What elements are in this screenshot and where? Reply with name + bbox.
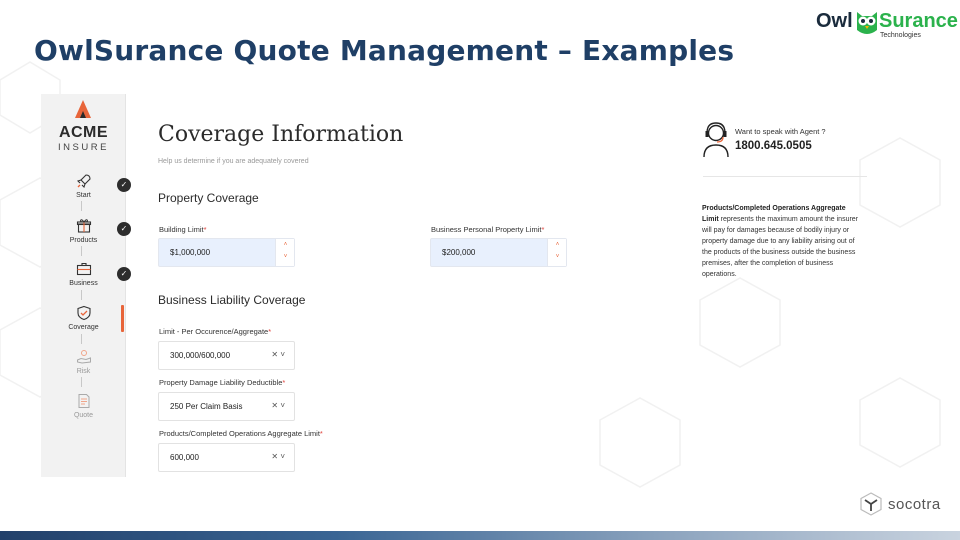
- progress-sidebar: ACME INSURE Start ✓ Products ✓ Business …: [41, 94, 131, 477]
- bottom-gradient-bar: [0, 531, 960, 540]
- bpp-limit-value[interactable]: $200,000: [442, 248, 475, 257]
- socotra-logo-word: socotra: [888, 496, 941, 513]
- acme-logo-name: ACME: [58, 124, 109, 141]
- pd-deductible-select[interactable]: 250 Per Claim Basis ✕ ˅: [158, 392, 295, 421]
- agent-phone-number[interactable]: 1800.645.0505: [735, 140, 812, 152]
- business-liability-heading: Business Liability Coverage: [158, 293, 306, 307]
- clear-dropdown-icon[interactable]: ✕ ˅: [271, 401, 285, 410]
- step-connector: [81, 201, 82, 211]
- owl-logo-word: Owl: [816, 10, 853, 32]
- agent-headset-icon: [703, 122, 729, 158]
- per-occurrence-value: 300,000/600,000: [170, 351, 231, 360]
- step-label: Quote: [73, 412, 94, 419]
- building-limit-value[interactable]: $1,000,000: [170, 248, 210, 257]
- products-limit-select[interactable]: 600,000 ✕ ˅: [158, 443, 295, 472]
- hand-coin-icon: [76, 350, 91, 364]
- owl-icon: [857, 12, 877, 34]
- step-risk[interactable]: Risk: [41, 349, 126, 375]
- logo-subtitle: Technologies: [880, 32, 921, 39]
- spin-down-icon[interactable]: ˅: [548, 254, 567, 260]
- clear-dropdown-icon[interactable]: ✕ ˅: [271, 350, 285, 359]
- page-subtitle: Help us determine if you are adequately …: [158, 158, 309, 165]
- spin-down-icon[interactable]: ˅: [276, 254, 295, 260]
- gift-box-icon: [76, 219, 91, 233]
- required-mark: *: [541, 225, 545, 234]
- step-start[interactable]: Start: [41, 173, 126, 199]
- required-mark: *: [203, 225, 207, 234]
- slide-title: OwlSurance Quote Management – Examples: [34, 34, 735, 67]
- step-label: Business: [69, 280, 98, 287]
- step-connector: [81, 377, 82, 387]
- acme-logo-sub: INSURE: [58, 142, 109, 153]
- document-icon: [78, 394, 89, 408]
- property-coverage-heading: Property Coverage: [158, 191, 259, 205]
- bpp-limit-input[interactable]: $200,000 ˄ ˅: [430, 238, 567, 267]
- bpp-limit-label: Business Personal Property Limit*: [431, 225, 545, 234]
- step-label: Products: [69, 237, 98, 244]
- per-occurrence-select[interactable]: 300,000/600,000 ✕ ˅: [158, 341, 295, 370]
- required-mark: *: [282, 378, 286, 387]
- required-mark: *: [268, 327, 272, 336]
- agent-question: Want to speak with Agent ?: [735, 127, 826, 136]
- sidebar-divider: [703, 176, 867, 177]
- step-products[interactable]: Products: [41, 218, 126, 244]
- step-label: Start: [76, 192, 91, 199]
- surance-logo-word: Surance: [879, 10, 958, 32]
- building-limit-label: Building Limit*: [159, 225, 207, 234]
- completed-check-icon: ✓: [117, 178, 131, 192]
- step-coverage[interactable]: Coverage: [41, 305, 126, 331]
- step-connector: [81, 334, 82, 344]
- completed-check-icon: ✓: [117, 267, 131, 281]
- step-quote[interactable]: Quote: [41, 393, 126, 419]
- step-connector: [81, 246, 82, 256]
- clear-dropdown-icon[interactable]: ✕ ˅: [271, 452, 285, 461]
- pd-deductible-label: Property Damage Liability Deductible*: [159, 378, 286, 387]
- spin-up-icon[interactable]: ˄: [548, 242, 567, 248]
- products-limit-label: Products/Completed Operations Aggregate …: [159, 429, 323, 438]
- rocket-icon: [76, 174, 91, 189]
- shield-check-icon: [76, 305, 91, 321]
- owlsurance-logo: Owl Surance Technologies: [816, 8, 958, 42]
- building-limit-input[interactable]: $1,000,000 ˄ ˅: [158, 238, 295, 267]
- bpp-limit-stepper[interactable]: ˄ ˅: [547, 239, 566, 266]
- completed-check-icon: ✓: [117, 222, 131, 236]
- page-title: Coverage Information: [158, 122, 404, 147]
- step-connector: [81, 290, 82, 300]
- socotra-logo: socotra: [859, 492, 954, 518]
- building-limit-stepper[interactable]: ˄ ˅: [275, 239, 294, 266]
- help-description: represents the maximum amount the insure…: [702, 216, 859, 278]
- required-mark: *: [319, 429, 323, 438]
- step-business[interactable]: Business: [41, 261, 126, 287]
- active-step-indicator: [121, 305, 124, 332]
- products-limit-value: 600,000: [170, 453, 199, 462]
- socotra-logo-icon: [860, 492, 882, 516]
- pd-deductible-value: 250 Per Claim Basis: [170, 402, 243, 411]
- per-occurrence-label: Limit - Per Occurence/Aggregate*: [159, 327, 272, 336]
- briefcase-icon: [76, 262, 91, 276]
- spin-up-icon[interactable]: ˄: [276, 242, 295, 248]
- help-text: Products/Completed Operations Aggregate …: [702, 203, 862, 280]
- step-label: Coverage: [68, 324, 99, 331]
- acme-logo-icon: [75, 100, 91, 118]
- app-window: ACME INSURE Start ✓ Products ✓ Business …: [41, 94, 921, 494]
- step-label: Risk: [76, 368, 91, 375]
